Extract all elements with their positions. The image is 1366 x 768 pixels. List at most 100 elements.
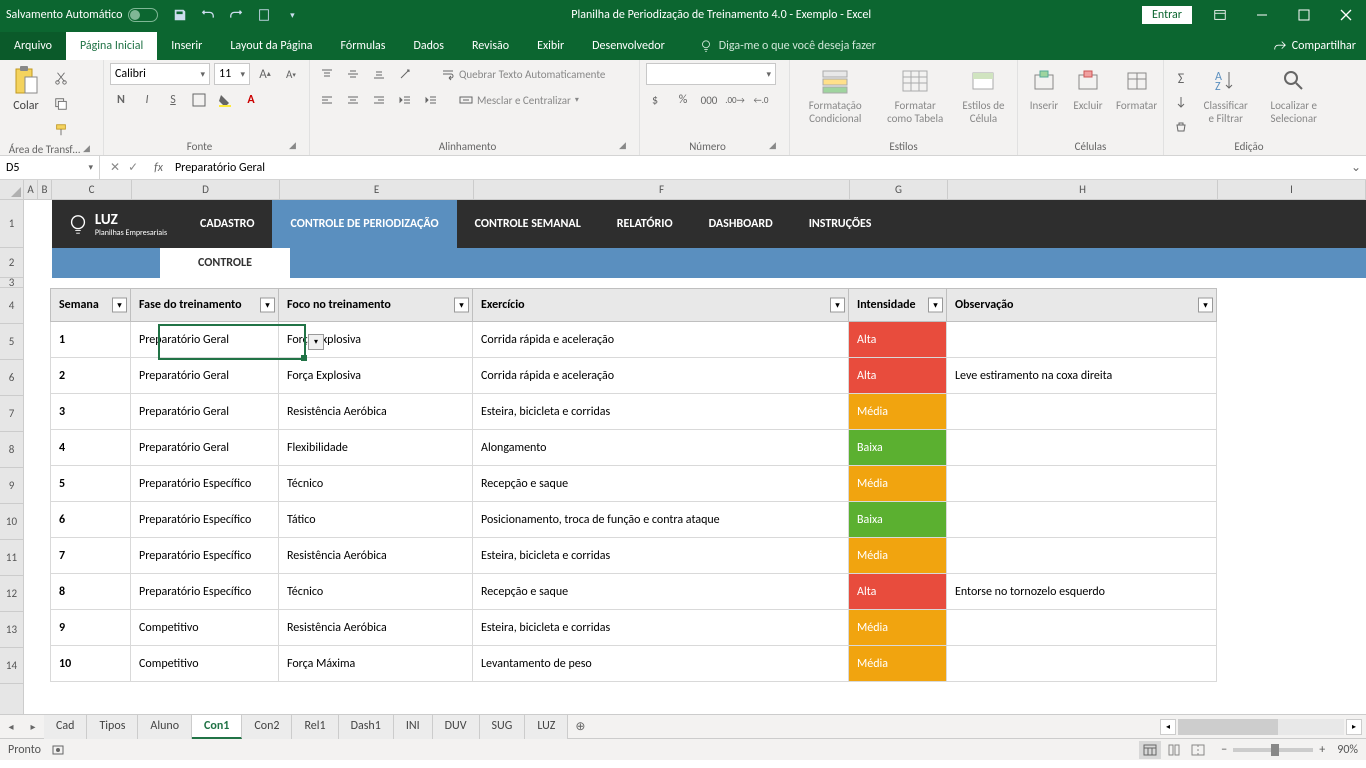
cell-int[interactable]: Baixa xyxy=(849,502,947,538)
cell-ex[interactable]: Corrida rápida e aceleração xyxy=(473,358,849,394)
align-right-icon[interactable] xyxy=(368,89,390,111)
row-header-6[interactable]: 6 xyxy=(0,360,23,396)
align-center-icon[interactable] xyxy=(342,89,364,111)
increase-indent-icon[interactable] xyxy=(420,89,442,111)
enter-formula-icon[interactable]: ✓ xyxy=(128,160,138,175)
decrease-decimal-icon[interactable]: ←.0 xyxy=(750,89,772,111)
cancel-formula-icon[interactable]: ✕ xyxy=(110,160,120,175)
cell-obs[interactable] xyxy=(947,466,1217,502)
italic-icon[interactable]: I xyxy=(136,89,158,111)
col-header-B[interactable]: B xyxy=(38,180,52,199)
cell-sem[interactable]: 5 xyxy=(51,466,131,502)
close-icon[interactable] xyxy=(1332,4,1360,26)
header-foco[interactable]: Foco no treinamento▾ xyxy=(279,289,473,322)
header-fase[interactable]: Fase do treinamento▾ xyxy=(131,289,279,322)
filter-fase[interactable]: ▾ xyxy=(260,298,275,313)
copy-icon[interactable] xyxy=(50,93,72,115)
sheet-tab-INI[interactable]: INI xyxy=(394,715,433,739)
tab-insert[interactable]: Inserir xyxy=(157,32,216,60)
qat-dropdown-icon[interactable]: ▾ xyxy=(284,7,300,23)
filter-semana[interactable]: ▾ xyxy=(112,298,127,313)
cell-ex[interactable]: Esteira, bicicleta e corridas xyxy=(473,394,849,430)
fx-icon[interactable]: fx xyxy=(148,161,169,175)
cell-fase[interactable]: Competitivo xyxy=(131,646,279,682)
autosave-toggle[interactable]: Salvamento Automático xyxy=(6,8,158,22)
autosum-icon[interactable]: Σ xyxy=(1170,67,1192,89)
align-top-icon[interactable] xyxy=(316,63,338,85)
number-launcher[interactable]: ◢ xyxy=(769,140,783,154)
row-header-10[interactable]: 10 xyxy=(0,504,23,540)
cell-int[interactable]: Média xyxy=(849,394,947,430)
cell-fase[interactable]: Preparatório Específico xyxy=(131,574,279,610)
col-header-D[interactable]: D xyxy=(132,180,280,199)
align-left-icon[interactable] xyxy=(316,89,338,111)
sheet-tab-Cad[interactable]: Cad xyxy=(44,715,87,739)
cell-int[interactable]: Baixa xyxy=(849,430,947,466)
cell-sem[interactable]: 10 xyxy=(51,646,131,682)
col-header-E[interactable]: E xyxy=(280,180,474,199)
toggle-switch[interactable] xyxy=(128,8,158,22)
tab-nav-first-icon[interactable]: ◂ xyxy=(0,716,22,738)
tab-review[interactable]: Revisão xyxy=(458,32,523,60)
cell-obs[interactable] xyxy=(947,430,1217,466)
zoom-in-icon[interactable]: + xyxy=(1319,743,1325,757)
row-header-2[interactable]: 2 xyxy=(0,248,23,278)
row-header-9[interactable]: 9 xyxy=(0,468,23,504)
scroll-left-icon[interactable]: ◂ xyxy=(1160,719,1176,735)
scroll-right-icon[interactable]: ▸ xyxy=(1346,719,1362,735)
tab-layout[interactable]: Layout da Página xyxy=(216,32,326,60)
expand-formula-bar-icon[interactable]: ⌄ xyxy=(1346,160,1366,175)
header-observacao[interactable]: Observação▾ xyxy=(947,289,1217,322)
cell-obs[interactable] xyxy=(947,646,1217,682)
fill-color-icon[interactable] xyxy=(214,89,236,111)
nav-item-0[interactable]: CADASTRO xyxy=(182,200,272,248)
page-break-view-icon[interactable] xyxy=(1187,741,1209,759)
cell-fase[interactable]: Preparatório Geral xyxy=(131,394,279,430)
cell-int[interactable]: Alta xyxy=(849,358,947,394)
cell-foco[interactable]: Tático xyxy=(279,502,473,538)
cell-obs[interactable] xyxy=(947,394,1217,430)
conditional-format-button[interactable]: Formatação Condicional xyxy=(796,63,875,127)
formula-input[interactable] xyxy=(169,161,1346,175)
header-semana[interactable]: Semana▾ xyxy=(51,289,131,322)
tab-data[interactable]: Dados xyxy=(399,32,457,60)
sheet-tab-SUG[interactable]: SUG xyxy=(480,715,526,739)
cell-foco[interactable]: Técnico xyxy=(279,466,473,502)
cell-sem[interactable]: 2 xyxy=(51,358,131,394)
nav-item-1[interactable]: CONTROLE DE PERIODIZAÇÃO xyxy=(272,200,456,248)
grid-body[interactable]: LUZPlanilhas Empresariais CADASTROCONTRO… xyxy=(24,200,1366,714)
row-header-8[interactable]: 8 xyxy=(0,432,23,468)
tab-developer[interactable]: Desenvolvedor xyxy=(578,32,679,60)
format-table-button[interactable]: Formatar como Tabela xyxy=(879,63,952,127)
delete-cells-button[interactable]: Excluir xyxy=(1068,63,1108,114)
cell-ex[interactable]: Esteira, bicicleta e corridas xyxy=(473,610,849,646)
controle-tab[interactable]: CONTROLE xyxy=(160,248,290,278)
wrap-text-button[interactable]: Quebrar Texto Automaticamente xyxy=(436,63,610,85)
header-intensidade[interactable]: Intensidade▾ xyxy=(849,289,947,322)
accounting-format-icon[interactable]: $ xyxy=(646,89,668,111)
orientation-icon[interactable] xyxy=(394,63,416,85)
tab-nav-last-icon[interactable]: ▸ xyxy=(22,716,44,738)
cell-styles-button[interactable]: Estilos de Célula xyxy=(956,63,1011,127)
increase-font-icon[interactable]: A▴ xyxy=(254,63,276,85)
col-header-C[interactable]: C xyxy=(52,180,132,199)
cell-fase[interactable]: Preparatório Específico xyxy=(131,466,279,502)
cell-foco[interactable]: Resistência Aeróbica xyxy=(279,394,473,430)
format-painter-icon[interactable] xyxy=(50,119,72,141)
new-sheet-button[interactable]: ⊕ xyxy=(568,719,592,734)
col-header-H[interactable]: H xyxy=(948,180,1218,199)
cell-int[interactable]: Média xyxy=(849,646,947,682)
cell-sem[interactable]: 7 xyxy=(51,538,131,574)
row-header-14[interactable]: 14 xyxy=(0,648,23,684)
fill-icon[interactable] xyxy=(1170,91,1192,113)
cell-obs[interactable] xyxy=(947,322,1217,358)
cell-sem[interactable]: 9 xyxy=(51,610,131,646)
save-icon[interactable] xyxy=(172,7,188,23)
sort-filter-button[interactable]: AZ Classificar e Filtrar xyxy=(1196,63,1256,127)
name-box-input[interactable] xyxy=(6,161,66,175)
cell-int[interactable]: Alta xyxy=(849,574,947,610)
percent-format-icon[interactable]: % xyxy=(672,89,694,111)
row-header-1[interactable]: 1 xyxy=(0,200,23,248)
clipboard-launcher[interactable]: ◢ xyxy=(83,143,97,157)
clear-icon[interactable] xyxy=(1170,115,1192,137)
